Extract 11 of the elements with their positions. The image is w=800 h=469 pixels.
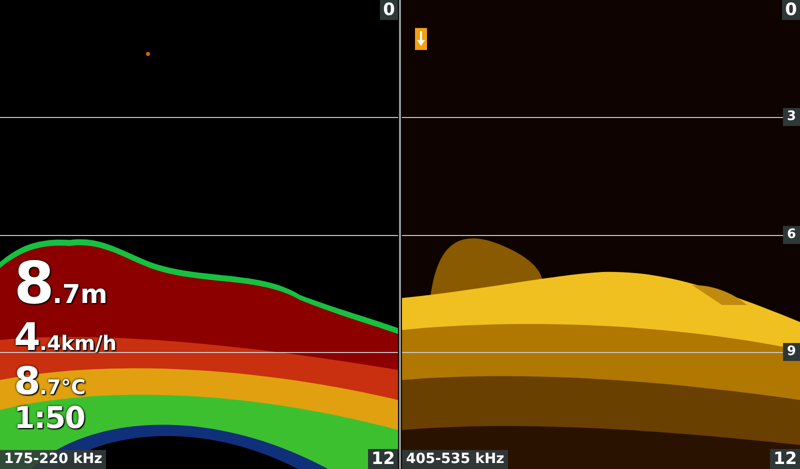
- depth-scale-label: 12: [368, 449, 398, 469]
- time-readout: 1:50: [14, 404, 85, 434]
- depth-scale-label: 0: [380, 0, 398, 20]
- speed-readout: 4.4km/h: [14, 318, 117, 356]
- depth-scale-label: 0: [782, 0, 800, 20]
- depth-scale-label: 12: [770, 449, 800, 469]
- temperature-readout: 8.7°C: [14, 362, 86, 400]
- depth-readout: 8.7m: [14, 254, 108, 312]
- depth-scale-label: 3: [782, 108, 800, 126]
- frequency-label: 405-535 kHz: [402, 450, 508, 469]
- frequency-label: 175-220 kHz: [0, 450, 106, 469]
